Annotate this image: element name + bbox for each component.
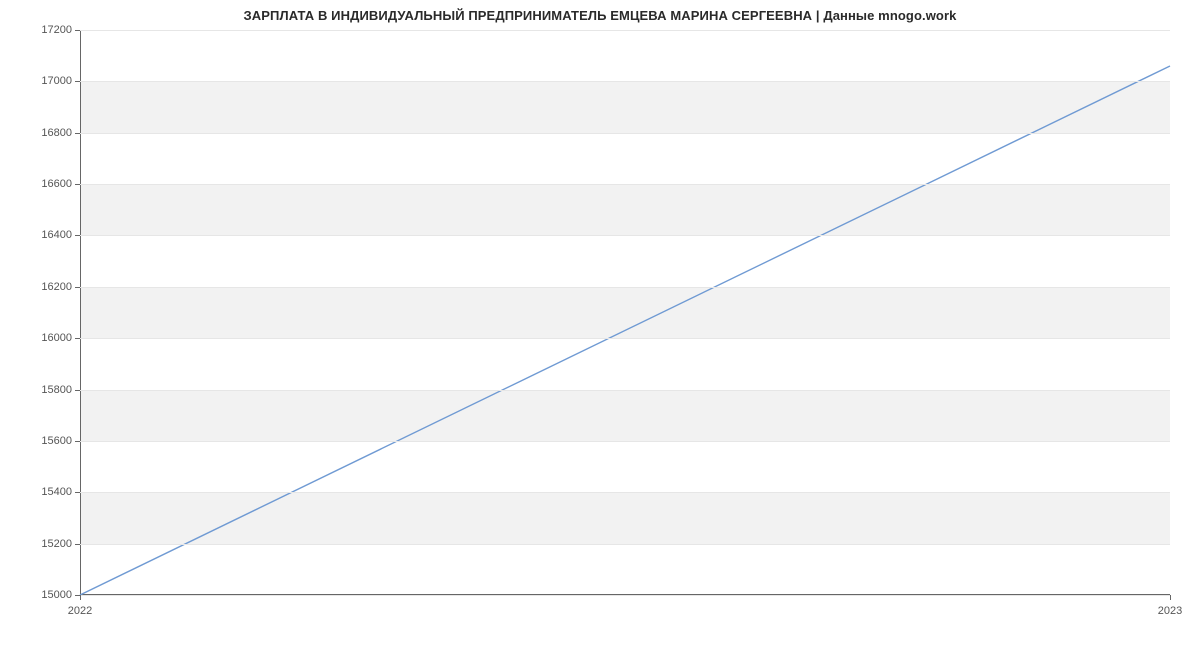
y-tick-label: 15400	[41, 486, 80, 498]
y-gridline	[80, 133, 1170, 134]
y-tick-label: 16400	[41, 229, 80, 241]
chart-title: ЗАРПЛАТА В ИНДИВИДУАЛЬНЫЙ ПРЕДПРИНИМАТЕЛ…	[0, 8, 1200, 23]
y-gridline	[80, 235, 1170, 236]
y-gridline	[80, 81, 1170, 82]
y-gridline	[80, 338, 1170, 339]
y-tick-label: 16600	[41, 178, 80, 190]
y-tick-label: 15600	[41, 435, 80, 447]
x-tick-label: 2023	[1158, 595, 1182, 617]
y-tick-label: 15200	[41, 538, 80, 550]
y-gridline	[80, 30, 1170, 31]
data-line	[80, 66, 1170, 595]
y-tick-label: 17000	[41, 75, 80, 87]
plot-area: 1500015200154001560015800160001620016400…	[80, 30, 1170, 595]
y-gridline	[80, 441, 1170, 442]
y-gridline	[80, 287, 1170, 288]
y-gridline	[80, 544, 1170, 545]
y-gridline	[80, 595, 1170, 596]
y-gridline	[80, 390, 1170, 391]
y-tick-label: 16200	[41, 281, 80, 293]
line-layer	[80, 30, 1170, 595]
y-tick-label: 17200	[41, 24, 80, 36]
y-gridline	[80, 492, 1170, 493]
y-tick-label: 16800	[41, 127, 80, 139]
y-tick-label: 15800	[41, 384, 80, 396]
y-gridline	[80, 184, 1170, 185]
y-tick-label: 16000	[41, 332, 80, 344]
x-tick-label: 2022	[68, 595, 92, 617]
chart-container: ЗАРПЛАТА В ИНДИВИДУАЛЬНЫЙ ПРЕДПРИНИМАТЕЛ…	[0, 0, 1200, 650]
